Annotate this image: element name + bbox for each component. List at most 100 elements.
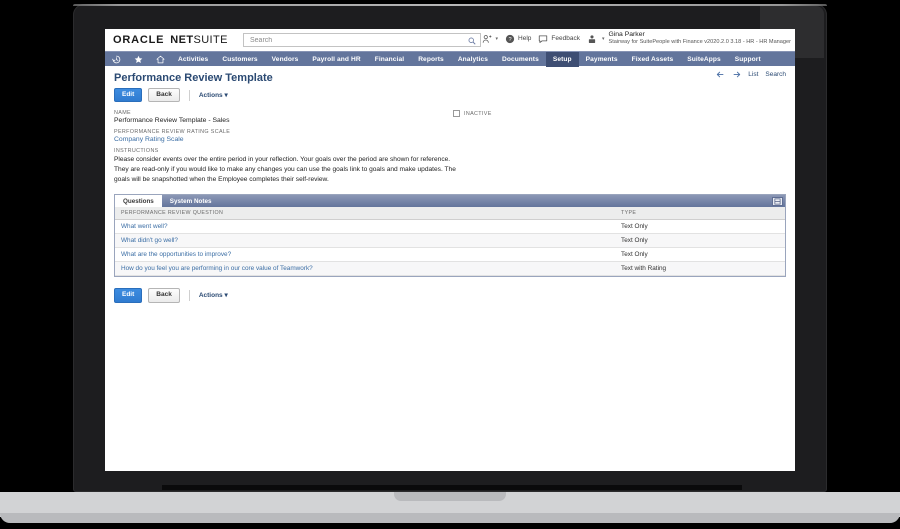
search-link[interactable]: Search: [765, 71, 786, 78]
cell-type: Text Only: [615, 219, 785, 235]
laptop-base-lip: [0, 513, 900, 523]
questions-table-head: PERFORMANCE REVIEW QUESTION TYPE: [115, 207, 785, 221]
field-rating-scale-label: PERFORMANCE REVIEW RATING SCALE: [114, 129, 231, 136]
recent-history-button[interactable]: [105, 52, 127, 67]
nav-item-customers[interactable]: Customers: [215, 52, 264, 67]
column-header-type[interactable]: TYPE: [615, 207, 785, 221]
record-fields: NAME Performance Review Template - Sales…: [114, 110, 786, 185]
home-button[interactable]: [149, 52, 171, 67]
global-search[interactable]: [243, 33, 481, 47]
primary-navigation: Activities Customers Vendors Payroll and HR…: [105, 51, 795, 67]
clock-history-icon: [111, 55, 120, 63]
edit-button-bottom[interactable]: Edit: [114, 288, 143, 303]
nav-item-financial[interactable]: Financial: [368, 52, 411, 67]
panel-grid-icon: [774, 198, 781, 205]
sublist-tabs: Questions System Notes: [115, 195, 220, 208]
panel-layout-toggle[interactable]: [772, 196, 783, 206]
nav-item-suiteapps[interactable]: SuiteApps: [680, 52, 728, 67]
help-icon: ?: [505, 34, 515, 43]
navigation-menu-items: Activities Customers Vendors Payroll and HR…: [171, 51, 768, 67]
create-new-menu[interactable]: ▾: [482, 34, 499, 44]
field-rating-scale: PERFORMANCE REVIEW RATING SCALE Company …: [114, 129, 786, 143]
bezel-top-highlight: [73, 4, 827, 6]
nav-item-documents[interactable]: Documents: [495, 52, 546, 67]
nav-item-fixed-assets[interactable]: Fixed Assets: [625, 52, 681, 67]
questions-table: PERFORMANCE REVIEW QUESTION TYPE What we…: [115, 207, 785, 277]
field-instructions-label: INSTRUCTIONS: [114, 148, 159, 155]
nav-item-vendors[interactable]: Vendors: [265, 52, 306, 67]
app-header: ORACLE NETSUITE Search ▾ ? Help Feedback…: [105, 29, 795, 51]
table-row[interactable]: What are the opportunities to improve? Te…: [115, 247, 785, 263]
back-button-bottom[interactable]: Back: [148, 288, 180, 303]
cell-type: Text with Rating: [615, 261, 785, 277]
bottom-action-bar: Edit Back Actions ▾: [114, 288, 786, 303]
previous-record-icon[interactable]: [716, 70, 725, 79]
search-icon[interactable]: [468, 37, 476, 45]
favorites-button[interactable]: [127, 52, 149, 67]
screen-viewport: ORACLE NETSUITE Search ▾ ? Help Feedback…: [105, 29, 795, 471]
help-link[interactable]: ? Help: [505, 34, 531, 44]
sublist-panel: Questions System Notes PERFORMANCE REVIEW…: [114, 194, 786, 278]
nav-item-activities[interactable]: Activities: [171, 52, 215, 67]
cell-question[interactable]: How do you feel you are performing in ou…: [115, 261, 615, 277]
user-name: Gina Parker: [608, 31, 645, 38]
list-link[interactable]: List: [748, 71, 758, 78]
column-header-question[interactable]: PERFORMANCE REVIEW QUESTION: [115, 207, 615, 221]
nav-item-payments[interactable]: Payments: [579, 52, 625, 67]
nav-item-reports[interactable]: Reports: [411, 52, 451, 67]
laptop-base-notch: [394, 492, 506, 501]
field-rating-scale-value[interactable]: Company Rating Scale: [114, 136, 786, 143]
inactive-label: INACTIVE: [464, 110, 492, 117]
laptop-hinge: [162, 485, 742, 490]
header-right-cluster: ▾ ? Help Feedback ▾ Gina Parker Stairway…: [482, 31, 791, 46]
top-action-bar: Edit Back Actions ▾: [114, 88, 786, 103]
user-avatar-icon: [588, 35, 596, 43]
star-icon: [134, 55, 142, 63]
user-account-menu[interactable]: ▾ Gina Parker Stairway for SuitePeople w…: [587, 31, 791, 46]
chevron-down-icon: ▾: [224, 292, 228, 300]
brand-oracle-text: ORACLE: [113, 34, 165, 46]
cell-question[interactable]: What didn't go well?: [115, 233, 615, 249]
page-body: Performance Review Template List Search …: [105, 66, 795, 303]
feedback-label: Feedback: [551, 35, 580, 43]
home-icon: [156, 55, 164, 63]
cell-question[interactable]: What went well?: [115, 219, 615, 235]
edit-button[interactable]: Edit: [114, 88, 143, 103]
inactive-checkbox[interactable]: [453, 110, 460, 118]
netsuite-application: ORACLE NETSUITE Search ▾ ? Help Feedback…: [105, 29, 795, 471]
questions-table-body: What went well? Text Only What didn't go w…: [115, 219, 785, 277]
nav-item-setup[interactable]: Setup: [545, 51, 579, 67]
back-button[interactable]: Back: [148, 88, 180, 103]
chevron-down-icon: ▾: [224, 92, 228, 100]
tab-questions[interactable]: Questions: [115, 195, 162, 208]
table-row[interactable]: What didn't go well? Text Only: [115, 233, 785, 249]
svg-text:?: ?: [508, 37, 511, 43]
nav-item-support[interactable]: Support: [728, 52, 768, 67]
feedback-icon: [539, 35, 548, 43]
laptop-frame: ORACLE NETSUITE Search ▾ ? Help Feedback…: [0, 0, 900, 529]
field-instructions: INSTRUCTIONS Please consider events over…: [114, 148, 786, 185]
cell-type: Text Only: [615, 247, 785, 263]
oracle-netsuite-logo[interactable]: ORACLE NETSUITE: [113, 34, 228, 46]
actions-menu-bottom[interactable]: Actions ▾: [199, 291, 228, 299]
chevron-down-icon: ▾: [495, 35, 499, 42]
field-name-value: Performance Review Template - Sales: [114, 117, 230, 125]
user-role: Stairway for SuitePeople with Finance v2…: [608, 39, 791, 46]
record-navigation-controls: List Search: [716, 70, 786, 79]
inactive-checkbox-group[interactable]: INACTIVE: [453, 110, 492, 118]
table-row[interactable]: What went well? Text Only: [115, 219, 785, 235]
tab-system-notes[interactable]: System Notes: [162, 195, 220, 207]
field-name-label: NAME: [114, 110, 131, 117]
search-input[interactable]: [248, 35, 468, 45]
next-record-icon[interactable]: [732, 70, 741, 79]
user-identity: Gina Parker Stairway for SuitePeople wit…: [608, 31, 791, 46]
nav-item-payroll-and-hr[interactable]: Payroll and HR: [305, 52, 367, 67]
table-row[interactable]: How do you feel you are performing in ou…: [115, 261, 785, 277]
sublist-tabbar: Questions System Notes: [115, 195, 785, 208]
nav-item-analytics[interactable]: Analytics: [451, 52, 495, 67]
actions-menu-top[interactable]: Actions ▾: [199, 91, 228, 99]
help-label: Help: [518, 35, 532, 43]
feedback-link[interactable]: Feedback: [538, 34, 580, 44]
button-divider: [188, 289, 190, 301]
cell-question[interactable]: What are the opportunities to improve?: [115, 247, 615, 263]
